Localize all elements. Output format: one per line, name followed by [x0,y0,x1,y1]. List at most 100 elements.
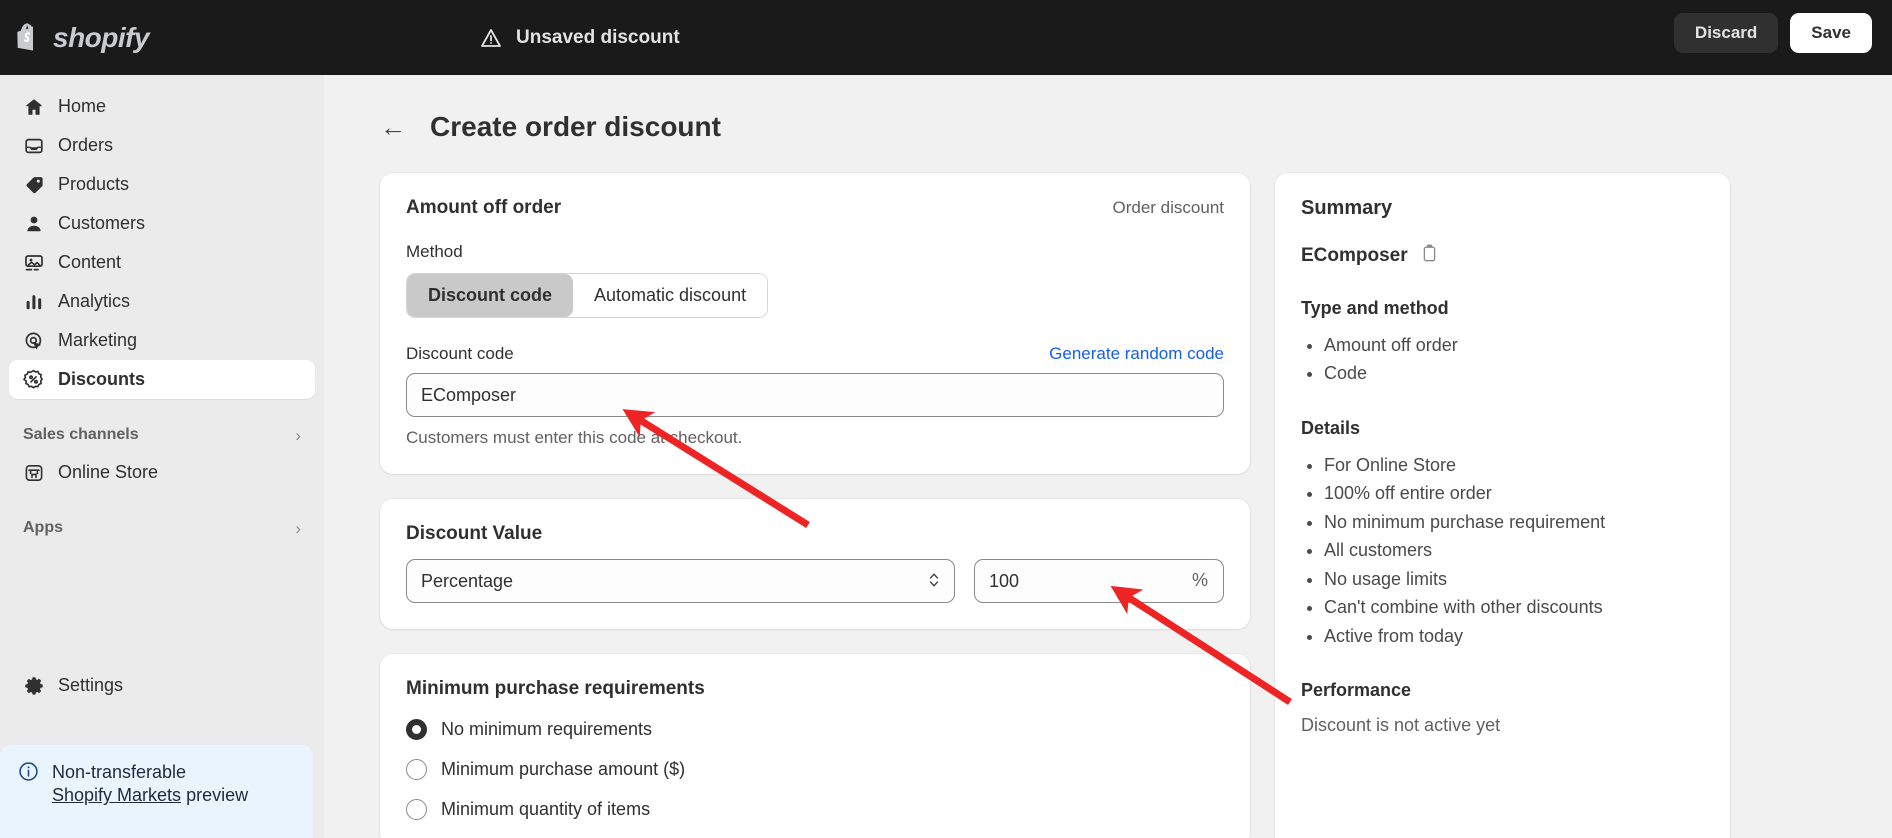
sidebar-item-online-store[interactable]: Online Store [9,453,315,492]
summary-code-row: EComposer [1301,244,1704,268]
order-discount-label: Order discount [1112,198,1225,217]
sidebar-item-label: Products [58,174,130,194]
chevron-right-icon: › [295,518,301,538]
save-button[interactable]: Save [1790,13,1872,53]
home-icon [23,96,44,117]
page-title: Create order discount [430,111,721,142]
sidebar-item-discounts[interactable]: Discounts [9,360,315,399]
unsaved-status-label: Unsaved discount [516,26,680,48]
summary-card: Summary EComposer Type and method Amount [1275,173,1730,838]
amount-off-order-card: Amount off order Order discount Method D… [380,173,1250,474]
chevron-right-icon: › [295,425,301,445]
list-item: 100% off entire order [1324,479,1704,507]
list-item: Amount off order [1324,331,1704,359]
details-list: For Online Store 100% off entire order N… [1324,451,1704,650]
discounts-percent-badge-icon [23,369,44,390]
sidebar-item-label: Home [58,96,107,116]
shopify-logo[interactable]: shopify [0,22,324,54]
tab-discount-code[interactable]: Discount code [407,274,574,317]
card-title: Minimum purchase requirements [406,678,705,699]
radio-label: Minimum quantity of items [441,799,651,819]
shopify-markets-link[interactable]: Shopify Markets [52,785,181,805]
discount-amount-value: 100 [989,570,1020,591]
type-and-method-list: Amount off order Code [1324,331,1704,388]
gear-icon [23,675,44,696]
radio-no-minimum-requirements[interactable]: No minimum requirements [406,719,1224,740]
percent-suffix: % [1191,570,1208,590]
discount-type-select-wrap: Percentage [406,559,955,603]
arrow-left-icon[interactable]: ← [380,114,406,140]
summary-discount-code: EComposer [1301,245,1408,266]
sidebar-item-settings[interactable]: Settings [9,666,333,705]
radio-indicator [406,719,427,740]
discount-type-select[interactable]: Percentage [406,559,955,603]
sidebar-item-marketing[interactable]: Marketing [9,321,315,360]
sidebar: Home Orders Products Customers Content A… [0,75,324,838]
card-title: Amount off order [406,197,562,218]
details-heading: Details [1301,417,1361,438]
clipboard-copy-icon[interactable] [1420,244,1439,268]
online-store-icon [23,462,44,483]
shopify-admin-window: shopify Unsaved discount Discard Save Ho… [0,0,1892,838]
sidebar-item-products[interactable]: Products [9,165,315,204]
main-content: ← Create order discount Amount off order… [324,75,1892,838]
discard-button[interactable]: Discard [1673,13,1779,53]
sidebar-item-customers[interactable]: Customers [9,204,315,243]
select-updown-chevron-icon [927,569,941,596]
left-column: Amount off order Order discount Method D… [380,173,1250,838]
discount-value-row: Percentage 100 % [406,559,1224,603]
sidebar-item-content[interactable]: Content [9,243,315,282]
content-image-icon [23,252,44,273]
performance-heading: Performance [1301,679,1412,700]
radio-minimum-quantity-of-items[interactable]: Minimum quantity of items [406,799,1224,820]
discount-value-header: Discount Value [406,523,1224,545]
discount-value-card: Discount Value Percentage 100 % [380,499,1250,629]
sidebar-item-analytics[interactable]: Analytics [9,282,315,321]
radio-indicator [406,799,427,820]
markets-banner-suffix: preview [181,785,249,806]
orders-inbox-icon [23,135,44,156]
list-item: No usage limits [1324,565,1704,593]
method-segmented-control: Discount code Automatic discount [406,273,769,318]
sidebar-item-orders[interactable]: Orders [9,126,315,165]
sidebar-section-apps[interactable]: Apps › [9,510,315,546]
customers-person-icon [23,213,44,234]
discount-code-input[interactable] [406,373,1224,417]
shopify-markets-banner[interactable]: Non-transferable Shopify Markets preview [0,745,313,838]
markets-banner-line1: Non-transferable [52,762,187,782]
discount-amount-input[interactable]: 100 [974,559,1224,603]
discount-code-label: Discount code [406,344,514,363]
right-column: Summary EComposer Type and method Amount [1275,173,1730,838]
generate-random-code-link[interactable]: Generate random code [1049,344,1224,364]
warning-triangle-icon [479,26,503,50]
radio-indicator [406,759,427,780]
analytics-bars-icon [23,291,44,312]
discount-type-value: Percentage [421,570,514,591]
radio-minimum-purchase-amount[interactable]: Minimum purchase amount ($) [406,759,1224,780]
sidebar-item-label: Discounts [58,369,146,389]
products-tag-icon [23,174,44,195]
card-title: Discount Value [406,523,543,544]
sidebar-item-label: Marketing [58,330,138,350]
page-header: ← Create order discount [324,75,1892,143]
sidebar-item-label: Orders [58,135,114,155]
apps-label: Apps [23,519,63,536]
minimum-requirements-header: Minimum purchase requirements [406,678,1224,700]
sidebar-item-home[interactable]: Home [9,87,315,126]
marketing-target-icon [23,330,44,351]
sidebar-section-sales-channels[interactable]: Sales channels › [9,417,315,453]
discount-amount-wrap: 100 % [974,559,1224,603]
summary-title: Summary [1301,197,1393,219]
list-item: Code [1324,359,1704,387]
performance-text: Discount is not active yet [1301,714,1501,735]
sidebar-item-label: Online Store [58,462,159,482]
amount-off-order-header: Amount off order Order discount [406,197,1224,219]
unsaved-status: Unsaved discount [479,26,680,50]
tab-automatic-discount[interactable]: Automatic discount [573,274,768,317]
sidebar-item-label: Customers [58,213,146,233]
list-item: Active from today [1324,622,1704,650]
settings-label: Settings [58,675,124,695]
shopify-bag-icon [16,22,44,53]
